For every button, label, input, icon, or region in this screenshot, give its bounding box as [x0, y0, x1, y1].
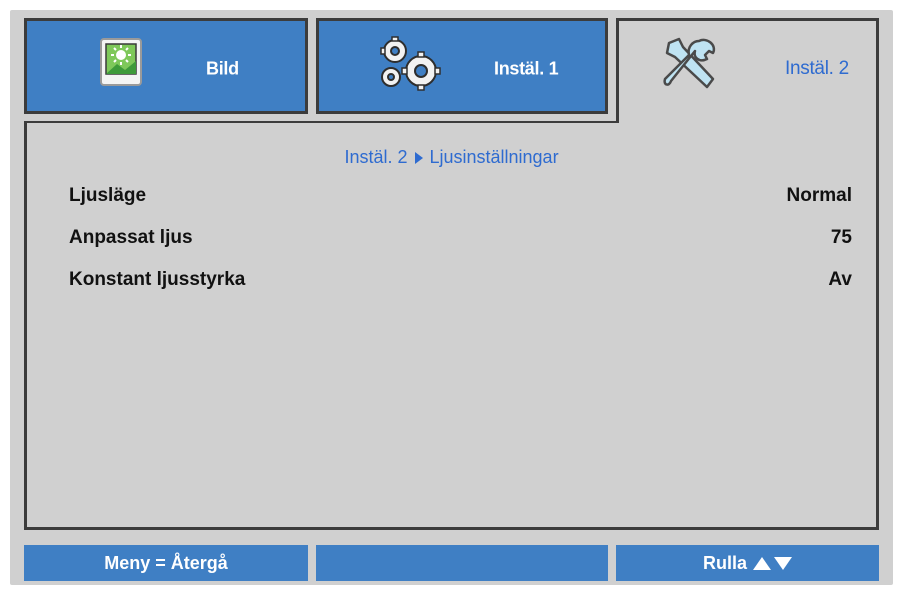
- footer-middle: [316, 545, 608, 581]
- osd-menu: Bild Instäl. 1 Instäl. 2 Instäl. 2 Ljusi…: [10, 10, 893, 585]
- footer-menu-hint: Meny = Återgå: [24, 545, 308, 581]
- breadcrumb-parent: Instäl. 2: [344, 147, 408, 167]
- tab-instal-1[interactable]: Instäl. 1: [316, 18, 608, 114]
- footer-scroll-hint-label: Rulla: [702, 552, 747, 573]
- setting-row-anpassat-ljus[interactable]: Anpassat ljus 75: [69, 223, 852, 253]
- arrow-down-icon: [774, 556, 792, 570]
- footer-scroll-hint: Rulla: [616, 545, 879, 581]
- footer-menu-hint-label: Meny = Återgå: [104, 552, 228, 573]
- setting-value: Normal: [786, 185, 852, 206]
- arrow-up-icon: [753, 556, 771, 570]
- setting-label: Ljusläge: [69, 185, 147, 206]
- tab-bild-label: Bild: [206, 58, 239, 79]
- tools-icon: [659, 35, 721, 102]
- setting-row-konstant-ljusstyrka[interactable]: Konstant ljusstyrka Av: [69, 265, 852, 295]
- breadcrumb: Instäl. 2 Ljusinställningar: [27, 147, 876, 168]
- setting-label: Konstant ljusstyrka: [69, 269, 246, 290]
- setting-row-ljuslage[interactable]: Ljusläge Normal: [69, 181, 852, 211]
- tab-instal-2[interactable]: Instäl. 2: [616, 18, 879, 128]
- breadcrumb-arrow-icon: [415, 151, 424, 164]
- setting-value: Av: [828, 269, 852, 290]
- setting-value: 75: [830, 227, 852, 248]
- tab-instal-1-label: Instäl. 1: [494, 58, 559, 79]
- tab-bild[interactable]: Bild: [24, 18, 308, 114]
- tab-instal-2-label: Instäl. 2: [785, 58, 849, 79]
- breadcrumb-current: Ljusinställningar: [429, 147, 559, 167]
- picture-icon: [99, 37, 143, 92]
- settings-panel: Instäl. 2 Ljusinställningar Ljusläge Norm…: [24, 123, 879, 530]
- setting-label: Anpassat ljus: [69, 227, 193, 248]
- gears-icon: [375, 35, 447, 100]
